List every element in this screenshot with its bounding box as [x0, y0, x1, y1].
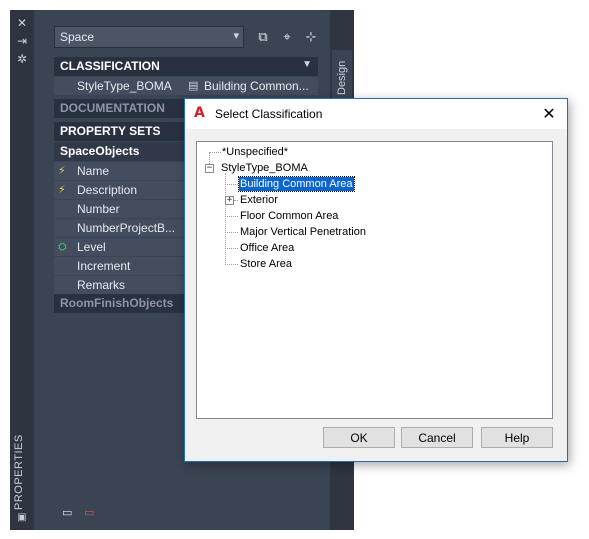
automatic-icon: ⚡ — [58, 164, 66, 177]
tree-connector — [225, 232, 238, 233]
select-classification-dialog: A Select Classification ✕ *Unspecified* … — [184, 98, 568, 462]
tree-item-floor-common-area[interactable]: Floor Common Area — [240, 209, 338, 223]
property-name: Level — [77, 240, 106, 254]
classification-name: StyleType_BOMA — [77, 79, 172, 93]
auto-hide-icon[interactable]: ⇥ — [10, 32, 34, 50]
tree-connector — [225, 264, 238, 265]
cancel-button[interactable]: Cancel — [401, 427, 473, 448]
automatic-icon: ⚡ — [58, 183, 66, 196]
quick-select-icon[interactable]: ⊹ — [302, 28, 320, 46]
property-name: Number — [77, 202, 120, 216]
collapse-icon[interactable]: − — [205, 164, 214, 173]
ok-button[interactable]: OK — [323, 427, 395, 448]
tree-item-exterior[interactable]: Exterior — [240, 193, 278, 207]
tree-connector — [225, 248, 238, 249]
chevron-down-icon: ▾ — [233, 30, 239, 42]
settings-icon[interactable]: ✲ — [10, 50, 34, 68]
tree-connector — [209, 152, 221, 153]
dialog-titlebar[interactable]: A Select Classification ✕ — [185, 99, 567, 129]
autocad-logo-icon: A — [194, 105, 205, 121]
classification-tree[interactable]: *Unspecified* − StyleType_BOMA Building … — [196, 141, 553, 419]
category-documentation-label: DOCUMENTATION — [60, 101, 165, 115]
property-name: Description — [77, 183, 138, 197]
property-name: Remarks — [77, 278, 126, 292]
tree-connector — [225, 184, 238, 185]
tree-item-store-area[interactable]: Store Area — [240, 257, 292, 271]
tree-item-building-common-area[interactable]: Building Common Area — [238, 176, 355, 192]
property-name: Name — [77, 164, 110, 178]
add-style-icon[interactable]: ⧉ — [254, 28, 272, 46]
palette-title: PROPERTIES — [13, 434, 25, 510]
help-button[interactable]: Help — [481, 427, 553, 448]
classification-row[interactable]: StyleType_BOMA Building Common... ▤ — [54, 77, 318, 96]
property-name: Increment — [77, 259, 131, 273]
palette-title-strip: ✕ ⇥ ✲ PROPERTIES ▣ — [10, 10, 34, 530]
tree-connector — [225, 173, 226, 263]
object-type-value: Space — [60, 30, 95, 44]
tree-connector — [234, 200, 238, 201]
close-icon[interactable]: ✕ — [10, 14, 34, 32]
property-set-room-finish-objects-label: RoomFinishObjects — [60, 296, 174, 310]
palette-menu-icon[interactable]: ▣ — [10, 508, 34, 526]
property-name: NumberProjectB... — [77, 221, 176, 235]
category-property-sets-label: PROPERTY SETS — [60, 124, 161, 138]
add-property-set-icon[interactable]: ▭ — [62, 506, 76, 519]
tree-item-office-area[interactable]: Office Area — [240, 241, 294, 255]
level-icon: ⛭ — [58, 240, 67, 253]
tree-item-unspecified[interactable]: *Unspecified* — [222, 145, 288, 159]
classification-list-icon: ▤ — [188, 79, 199, 92]
remove-property-set-icon[interactable]: ▭ — [84, 506, 98, 519]
classification-value[interactable]: Building Common... — [204, 79, 309, 93]
category-classification[interactable]: CLASSIFICATION ▼ — [54, 57, 318, 76]
object-type-select[interactable]: Space ▾ — [54, 26, 244, 48]
select-objects-icon[interactable]: ⌖ — [278, 28, 296, 46]
expand-icon[interactable]: + — [225, 196, 234, 205]
tree-item-major-vertical-penetration[interactable]: Major Vertical Penetration — [240, 225, 366, 239]
close-icon[interactable]: ✕ — [537, 102, 561, 124]
category-classification-label: CLASSIFICATION — [60, 59, 160, 73]
collapse-icon: ▼ — [302, 59, 312, 70]
dialog-title: Select Classification — [215, 107, 323, 121]
tree-item-root[interactable]: StyleType_BOMA — [221, 161, 308, 175]
tree-connector — [225, 216, 238, 217]
property-set-space-objects-label: SpaceObjects — [60, 144, 140, 158]
